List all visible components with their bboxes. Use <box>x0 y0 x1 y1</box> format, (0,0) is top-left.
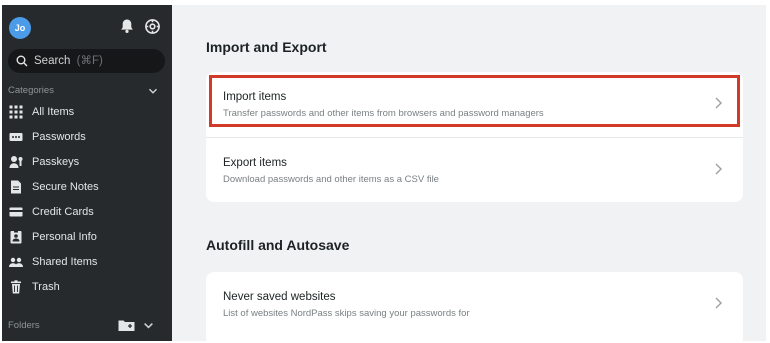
sidebar-item-passkeys[interactable]: Passkeys <box>2 151 172 173</box>
credit-card-icon <box>9 207 23 217</box>
autofill-card: Never saved websites List of websites No… <box>206 272 743 341</box>
add-folder-icon[interactable] <box>118 318 135 332</box>
avatar[interactable]: Jo <box>9 17 31 39</box>
search-icon <box>16 55 28 67</box>
sidebar-item-label: Shared Items <box>32 256 98 268</box>
section-heading-autofill: Autofill and Autosave <box>206 237 350 253</box>
folders-label: Folders <box>8 320 40 331</box>
categories-label: Categories <box>8 85 54 96</box>
sidebar-item-passwords[interactable]: Passwords <box>2 126 172 148</box>
chevron-down-icon[interactable] <box>143 320 154 331</box>
sidebar-topbar: Jo <box>2 5 172 45</box>
sidebar-item-all-items[interactable]: All Items <box>2 101 172 123</box>
search-label: Search <box>34 55 71 67</box>
row-title: Export items <box>223 157 287 169</box>
section-heading-import-export: Import and Export <box>206 39 327 55</box>
never-saved-websites-row[interactable]: Never saved websites List of websites No… <box>206 272 743 336</box>
note-icon <box>11 180 21 194</box>
folders-actions <box>118 318 158 332</box>
sidebar-item-credit-cards[interactable]: Credit Cards <box>2 201 172 223</box>
chevron-right-icon <box>715 163 722 175</box>
password-icon <box>9 133 23 141</box>
export-items-row[interactable]: Export items Download passwords and othe… <box>206 138 743 202</box>
chevron-down-icon[interactable] <box>148 86 158 96</box>
id-card-icon <box>10 230 22 244</box>
sidebar-item-label: Credit Cards <box>32 206 94 218</box>
sidebar-item-shared-items[interactable]: Shared Items <box>2 251 172 273</box>
passkey-icon <box>9 156 23 168</box>
sidebar-item-secure-notes[interactable]: Secure Notes <box>2 176 172 198</box>
categories-header[interactable]: Categories <box>8 85 160 99</box>
sidebar-item-label: Trash <box>32 281 60 293</box>
sidebar-item-label: Secure Notes <box>32 181 99 193</box>
sidebar-item-personal-info[interactable]: Personal Info <box>2 226 172 248</box>
import-items-row[interactable]: Import items Transfer passwords and othe… <box>206 72 743 136</box>
settings-main: Import and Export Import items Transfer … <box>172 5 766 341</box>
row-description: List of websites NordPass skips saving y… <box>223 308 470 319</box>
trash-icon <box>11 280 21 294</box>
bell-icon[interactable] <box>119 18 135 34</box>
settings-icon[interactable] <box>144 18 161 35</box>
chevron-right-icon <box>715 297 722 309</box>
search-input[interactable]: Search (⌘F) <box>8 49 165 73</box>
app-window: Jo Search (⌘F) Categories All Items Pass… <box>2 5 766 341</box>
sidebar-item-label: All Items <box>32 106 75 118</box>
search-shortcut: (⌘F) <box>76 55 103 67</box>
sidebar-item-label: Personal Info <box>32 231 97 243</box>
highlight-box <box>209 75 740 127</box>
import-export-card: Import items Transfer passwords and othe… <box>206 72 743 202</box>
people-icon <box>9 257 23 267</box>
grid-icon <box>9 105 23 119</box>
sidebar-item-label: Passkeys <box>32 156 80 168</box>
row-title: Never saved websites <box>223 291 336 303</box>
sidebar: Jo Search (⌘F) Categories All Items Pass… <box>2 5 172 341</box>
sidebar-item-trash[interactable]: Trash <box>2 276 172 298</box>
sidebar-item-label: Passwords <box>32 131 86 143</box>
row-description: Download passwords and other items as a … <box>223 174 439 185</box>
